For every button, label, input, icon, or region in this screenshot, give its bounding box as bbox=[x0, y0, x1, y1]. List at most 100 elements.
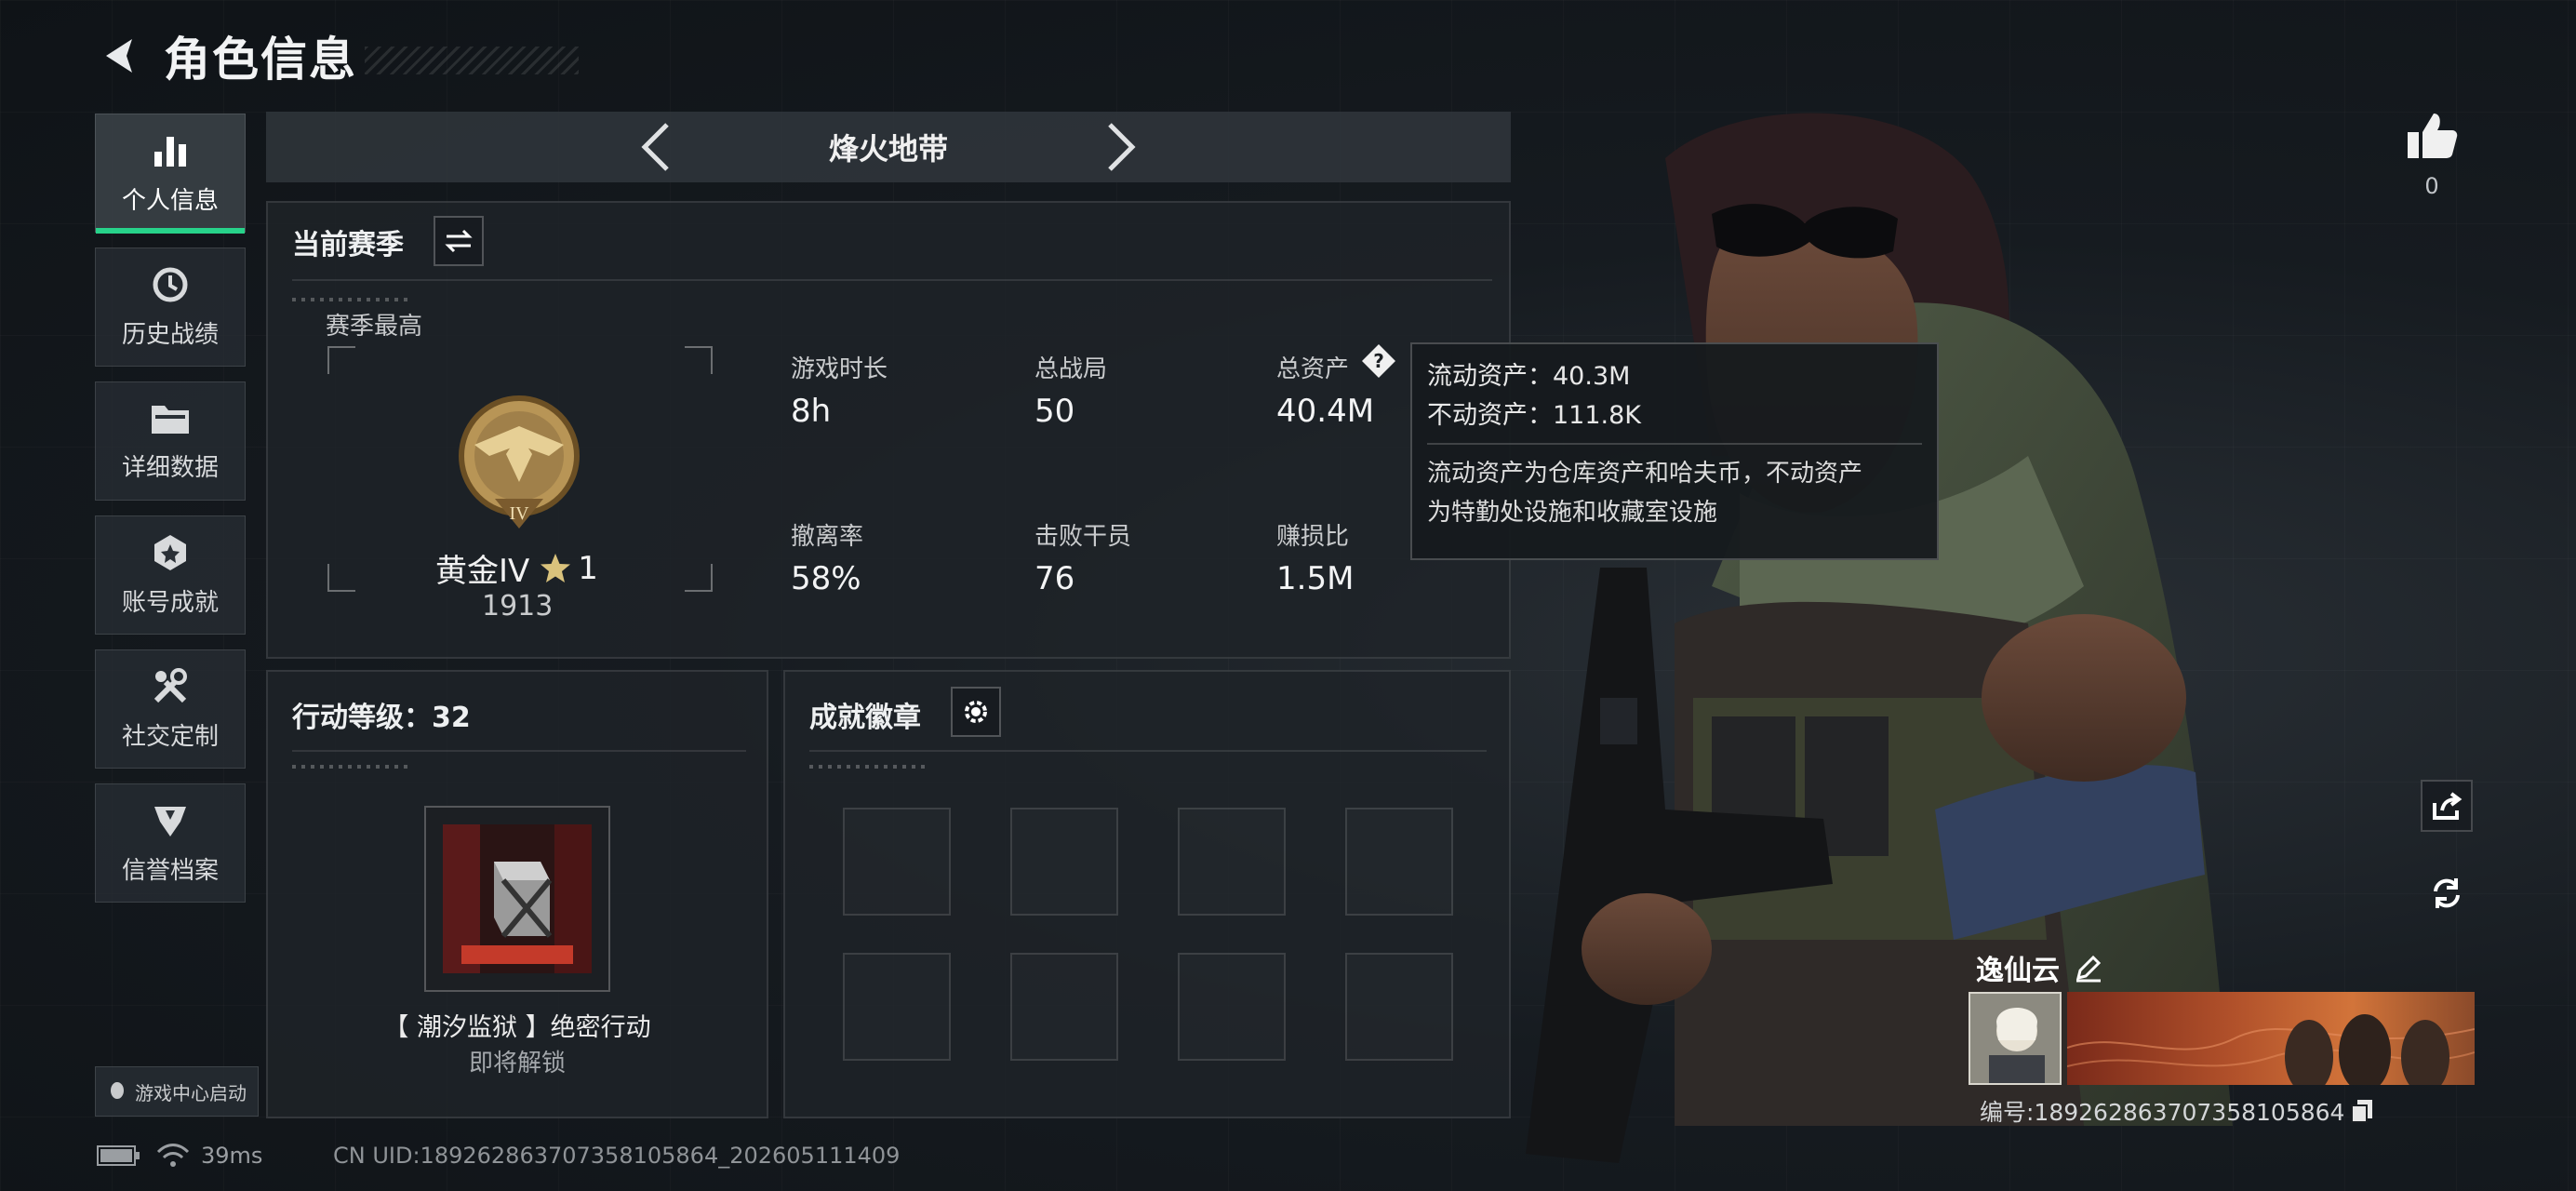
sidebar-item-social-custom[interactable]: 社交定制 bbox=[95, 649, 246, 769]
copy-icon[interactable] bbox=[2350, 1098, 2374, 1124]
title-decoration bbox=[365, 46, 579, 74]
clock-history-icon bbox=[153, 267, 188, 301]
badge-slot[interactable] bbox=[843, 953, 951, 1061]
stat-value-total-matches: 50 bbox=[1034, 393, 1075, 430]
battery-icon bbox=[97, 1145, 140, 1166]
sidebar-item-label: 社交定制 bbox=[121, 722, 219, 751]
rank-score: 1913 bbox=[482, 590, 554, 622]
wifi-icon bbox=[156, 1144, 190, 1167]
badge-slot[interactable] bbox=[1010, 953, 1118, 1061]
badges-settings-button[interactable] bbox=[951, 687, 1001, 737]
badge-slot[interactable] bbox=[843, 808, 951, 916]
sidebar-item-detail-data[interactable]: 详细数据 bbox=[95, 381, 246, 501]
operation-name: 【 潮汐监狱 】绝密行动 bbox=[383, 1013, 651, 1042]
tooltip-fixed-assets: 不动资产：111.8K bbox=[1427, 401, 1642, 430]
badges-dots-decoration bbox=[809, 765, 930, 769]
operation-status: 即将解锁 bbox=[468, 1050, 566, 1077]
sidebar-item-personal-info[interactable]: 个人信息 bbox=[95, 114, 246, 234]
sidebar-item-reputation[interactable]: 信誉档案 bbox=[95, 783, 246, 903]
badges-divider bbox=[809, 750, 1487, 752]
season-divider bbox=[292, 279, 1492, 281]
action-level-divider bbox=[292, 750, 746, 752]
qq-icon bbox=[111, 1082, 124, 1099]
player-name: 逸仙云 bbox=[1976, 955, 2060, 987]
page-header: 角色信息 bbox=[93, 20, 579, 90]
sidebar-item-label: 账号成就 bbox=[121, 588, 219, 617]
badge-slot[interactable] bbox=[1178, 808, 1286, 916]
stat-label-total-matches: 总战局 bbox=[1034, 355, 1108, 383]
season-best-label: 赛季最高 bbox=[326, 313, 423, 341]
player-id-row: 编号:1892628637073581058​64 bbox=[1980, 1094, 2374, 1128]
svg-text:IV: IV bbox=[509, 503, 529, 524]
tooltip-desc-line2: 为特勤处设施和收藏室设施 bbox=[1427, 499, 1718, 527]
game-center-launch-label: 游戏中心启动 bbox=[135, 1081, 247, 1104]
swap-icon bbox=[445, 229, 473, 253]
gear-icon bbox=[965, 701, 987, 723]
cn-uid: CN UID:1892628637073581058​64_2026051114… bbox=[333, 1143, 901, 1169]
stat-label-kills: 击败干员 bbox=[1034, 523, 1132, 551]
tools-icon bbox=[153, 667, 187, 703]
stat-value-total-assets: 40.4M bbox=[1276, 393, 1375, 430]
badge-slot[interactable] bbox=[1010, 808, 1118, 916]
svg-text:?: ? bbox=[1373, 350, 1384, 372]
sidebar-item-label: 信誉档案 bbox=[121, 856, 219, 885]
gold-rank-emblem-icon: IV bbox=[459, 395, 580, 529]
rank-stars: 1 bbox=[578, 549, 598, 587]
mode-next-chevron-icon[interactable] bbox=[1093, 119, 1149, 175]
page-title: 角色信息 bbox=[164, 32, 357, 87]
mode-selector: 烽火地带 bbox=[266, 112, 1511, 182]
share-icon bbox=[2433, 792, 2463, 820]
sidebar-item-history[interactable]: 历史战绩 bbox=[95, 248, 246, 367]
achievement-icon bbox=[154, 534, 186, 570]
like-count: 0 bbox=[2424, 173, 2439, 199]
tooltip-liquid-assets: 流动资产：40.3M bbox=[1427, 362, 1631, 391]
sidebar-item-label: 个人信息 bbox=[121, 186, 219, 215]
stat-label-playtime: 游戏时长 bbox=[791, 355, 888, 383]
bar-chart-icon bbox=[154, 136, 186, 167]
player-avatar[interactable] bbox=[1969, 992, 2062, 1085]
stat-label-extraction-rate: 撤离率 bbox=[791, 523, 864, 551]
avatar-image bbox=[1970, 994, 2060, 1083]
operation-thumbnail[interactable] bbox=[424, 806, 610, 992]
badge-slot[interactable] bbox=[1178, 953, 1286, 1061]
ping-value: 39ms bbox=[201, 1143, 263, 1169]
prison-map-icon bbox=[443, 824, 592, 973]
stat-label-profit-ratio: 赚损比 bbox=[1276, 523, 1350, 551]
stat-label-total-assets: 总资产 bbox=[1276, 355, 1350, 383]
sidebar: 个人信息 历史战绩 详细数据 账号成就 社交定制 信誉档案 bbox=[95, 114, 247, 917]
status-bar: 39ms bbox=[97, 1143, 262, 1169]
mode-name: 烽火地带 bbox=[828, 131, 948, 167]
season-switch-button[interactable] bbox=[434, 216, 484, 266]
badge-slot[interactable] bbox=[1345, 953, 1453, 1061]
sidebar-item-label: 详细数据 bbox=[121, 453, 219, 482]
assets-tooltip: 流动资产：40.3M 不动资产：111.8K 流动资产为仓库资产和哈夫币，不动资… bbox=[1410, 342, 1939, 560]
season-dots-decoration bbox=[292, 298, 413, 301]
folder-icon bbox=[152, 405, 189, 434]
share-button[interactable] bbox=[2421, 780, 2473, 832]
star-icon bbox=[541, 553, 571, 582]
action-level-dots-decoration bbox=[292, 765, 413, 769]
rank-line: 黄金IV 1 bbox=[435, 545, 598, 591]
sidebar-item-achievements[interactable]: 账号成就 bbox=[95, 515, 246, 635]
rank-name: 黄金IV bbox=[435, 553, 530, 590]
game-center-launch-button[interactable]: 游戏中心启动 bbox=[95, 1066, 259, 1117]
help-question-icon[interactable]: ? bbox=[1360, 342, 1397, 380]
edit-pencil-icon[interactable] bbox=[2073, 952, 2104, 984]
stat-value-extraction-rate: 58% bbox=[791, 560, 861, 597]
thumbs-up-icon[interactable] bbox=[2400, 104, 2463, 167]
badge-slot[interactable] bbox=[1345, 808, 1453, 916]
badges-title: 成就徽章 bbox=[809, 702, 921, 734]
refresh-button[interactable] bbox=[2421, 867, 2473, 919]
player-banner[interactable] bbox=[2067, 992, 2475, 1085]
sidebar-item-label: 历史战绩 bbox=[121, 320, 219, 349]
player-name-row: 逸仙云 bbox=[1976, 947, 2104, 988]
stat-value-kills: 76 bbox=[1034, 560, 1075, 597]
action-level-title: 行动等级：32 bbox=[292, 702, 471, 734]
shield-icon bbox=[154, 806, 186, 836]
player-id: 编号:1892628637073581058​64 bbox=[1980, 1099, 2345, 1126]
back-arrow-icon[interactable] bbox=[93, 28, 149, 84]
refresh-icon bbox=[2434, 878, 2460, 908]
tooltip-desc-line1: 流动资产为仓库资产和哈夫币，不动资产 bbox=[1427, 460, 1863, 488]
mode-prev-chevron-icon[interactable] bbox=[628, 119, 684, 175]
season-title: 当前赛季 bbox=[292, 229, 404, 261]
